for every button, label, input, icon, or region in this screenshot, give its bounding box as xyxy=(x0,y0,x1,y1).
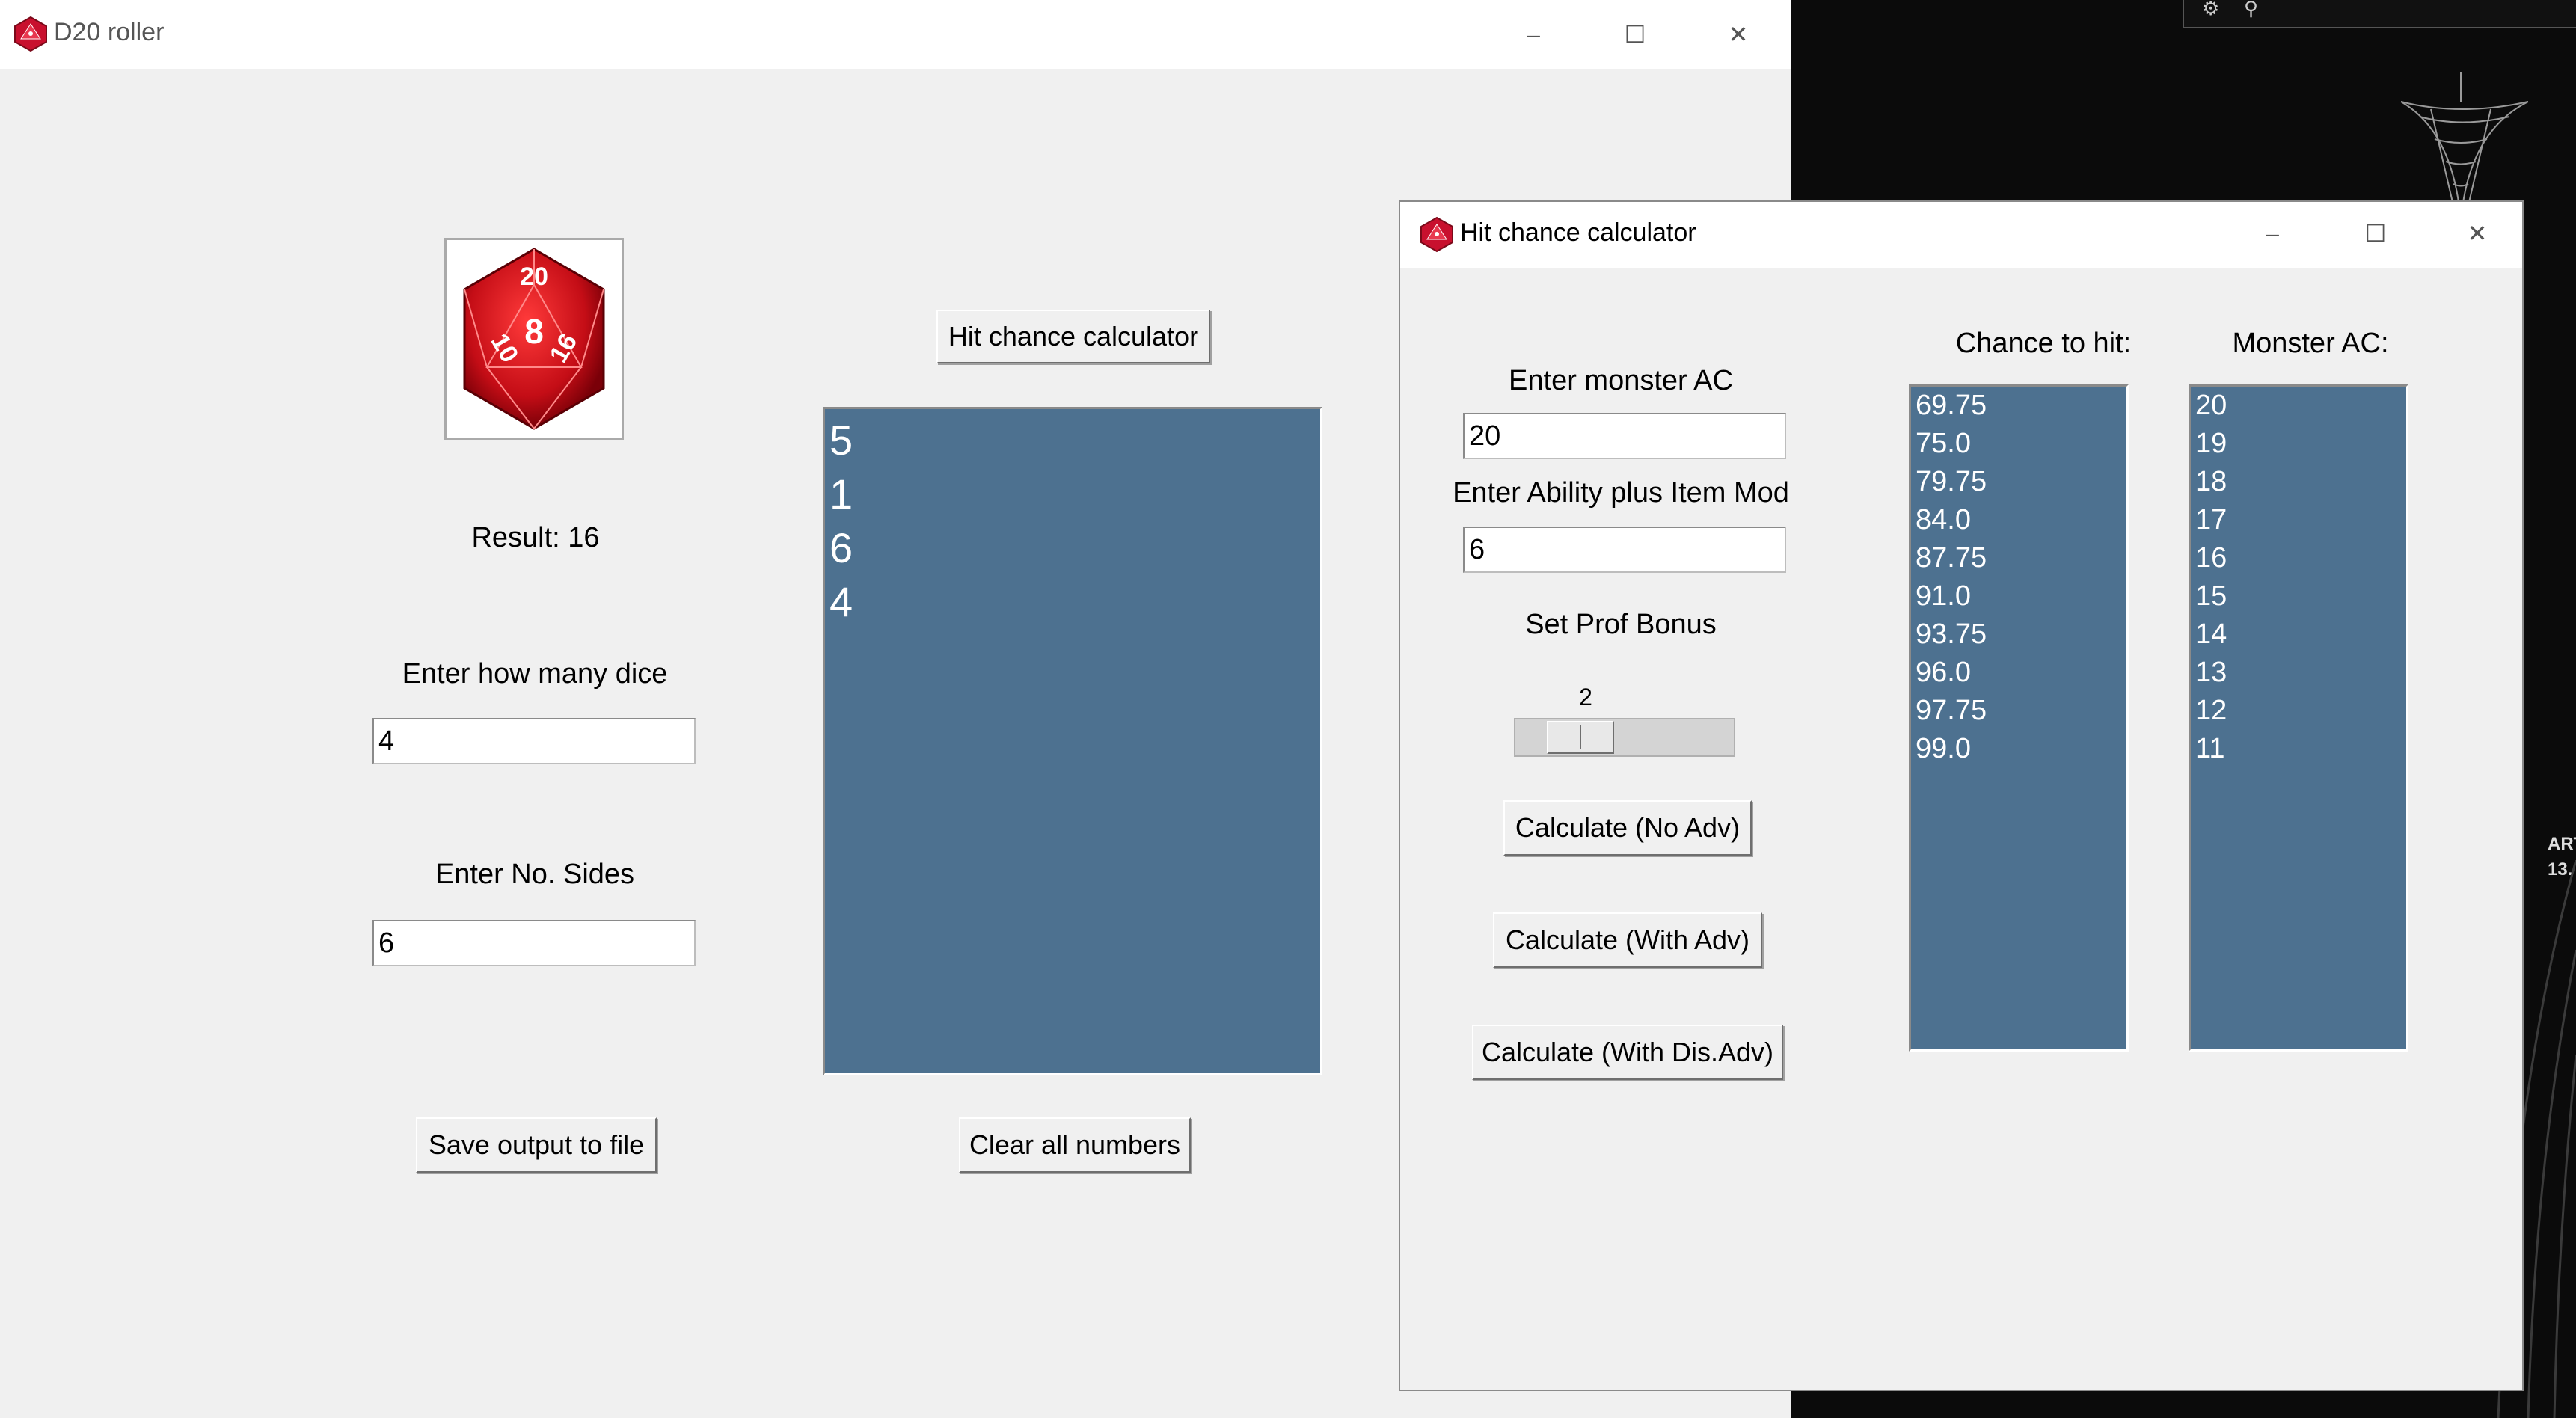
chance-to-hit-header: Chance to hit: xyxy=(1955,328,2132,359)
chance-to-hit-listbox[interactable]: 69.75 75.0 79.75 84.0 87.75 91.0 93.75 9… xyxy=(1909,384,2129,1052)
list-item[interactable]: 99.0 xyxy=(1911,730,2126,768)
die-face-top: 20 xyxy=(520,263,548,291)
list-item[interactable]: 19 xyxy=(2191,425,2406,463)
list-item[interactable]: 16 xyxy=(2191,539,2406,577)
list-item[interactable]: 1 xyxy=(825,467,1320,521)
minimize-icon[interactable]: – xyxy=(2250,212,2295,254)
list-item[interactable]: 84.0 xyxy=(1911,501,2126,539)
dice-count-label: Enter how many dice xyxy=(402,658,668,690)
list-item[interactable]: 4 xyxy=(825,575,1320,629)
list-item[interactable]: 11 xyxy=(2191,730,2406,768)
list-item[interactable]: 6 xyxy=(825,521,1320,575)
window-title: D20 roller xyxy=(54,18,165,46)
ability-mod-label: Enter Ability plus Item Mod xyxy=(1453,477,1789,509)
window-title: Hit chance calculator xyxy=(1460,218,1696,247)
desktop-taskbar-fragment: ⚙ ⚲ xyxy=(2183,0,2576,28)
die-face-center: 8 xyxy=(524,312,544,351)
hit-chance-window: Hit chance calculator – ☐ ✕ Enter monste… xyxy=(1399,200,2524,1391)
list-item[interactable]: 20 xyxy=(2191,387,2406,425)
list-item[interactable]: 87.75 xyxy=(1911,539,2126,577)
hit-titlebar[interactable]: Hit chance calculator – ☐ ✕ xyxy=(1400,202,2522,268)
save-output-button[interactable]: Save output to file xyxy=(416,1117,657,1173)
pin-icon[interactable]: ⚲ xyxy=(2244,0,2258,20)
clear-all-button[interactable]: Clear all numbers xyxy=(959,1117,1191,1173)
d20-image: 20 8 10 16 xyxy=(444,238,624,440)
prof-bonus-value: 2 xyxy=(1579,684,1592,710)
maximize-icon[interactable]: ☐ xyxy=(2353,212,2398,254)
list-item[interactable]: 14 xyxy=(2191,616,2406,654)
monster-ac-header: Monster AC: xyxy=(2232,328,2389,359)
dice-app-icon xyxy=(1420,216,1453,253)
list-item[interactable]: 12 xyxy=(2191,692,2406,730)
list-item[interactable]: 91.0 xyxy=(1911,577,2126,616)
hit-chance-calculator-button[interactable]: Hit chance calculator xyxy=(936,310,1210,363)
calculate-with-adv-button[interactable]: Calculate (With Adv) xyxy=(1493,912,1762,968)
dice-app-icon xyxy=(14,16,47,52)
close-icon[interactable]: ✕ xyxy=(2455,212,2500,254)
calculate-no-adv-button[interactable]: Calculate (No Adv) xyxy=(1503,800,1752,856)
prof-bonus-slider[interactable] xyxy=(1514,718,1735,757)
monster-ac-listbox[interactable]: 20 19 18 17 16 15 14 13 12 11 xyxy=(2189,384,2408,1052)
d20-die-icon: 20 8 10 16 xyxy=(463,248,605,430)
list-item[interactable]: 69.75 xyxy=(1911,387,2126,425)
list-item[interactable]: 79.75 xyxy=(1911,463,2126,501)
ability-mod-input[interactable] xyxy=(1463,527,1786,573)
list-item[interactable]: 93.75 xyxy=(1911,616,2126,654)
maximize-icon[interactable]: ☐ xyxy=(1613,13,1657,55)
slider-handle[interactable] xyxy=(1547,721,1614,754)
list-item[interactable]: 75.0 xyxy=(1911,425,2126,463)
result-label: Result: 16 xyxy=(471,522,600,553)
rolls-listbox[interactable]: 5 1 6 4 xyxy=(823,407,1322,1075)
dice-count-input[interactable] xyxy=(372,718,696,764)
settings-icon[interactable]: ⚙ xyxy=(2202,0,2219,20)
list-item[interactable]: 17 xyxy=(2191,501,2406,539)
sides-input[interactable] xyxy=(372,920,696,966)
list-item[interactable]: 15 xyxy=(2191,577,2406,616)
monster-ac-label: Enter monster AC xyxy=(1509,365,1733,396)
list-item[interactable]: 96.0 xyxy=(1911,654,2126,692)
calculate-dis-adv-button[interactable]: Calculate (With Dis.Adv) xyxy=(1472,1025,1783,1080)
minimize-icon[interactable]: – xyxy=(1511,13,1556,55)
prof-bonus-label: Set Prof Bonus xyxy=(1525,609,1717,640)
sides-label: Enter No. Sides xyxy=(435,859,635,890)
list-item[interactable]: 97.75 xyxy=(1911,692,2126,730)
list-item[interactable]: 5 xyxy=(825,414,1320,467)
list-item[interactable]: 13 xyxy=(2191,654,2406,692)
monster-ac-input[interactable] xyxy=(1463,413,1786,459)
d20-titlebar[interactable]: D20 roller – ☐ ✕ xyxy=(0,0,1791,69)
slider-handle-grip xyxy=(1580,725,1581,749)
list-item[interactable]: 18 xyxy=(2191,463,2406,501)
close-icon[interactable]: ✕ xyxy=(1716,13,1761,55)
